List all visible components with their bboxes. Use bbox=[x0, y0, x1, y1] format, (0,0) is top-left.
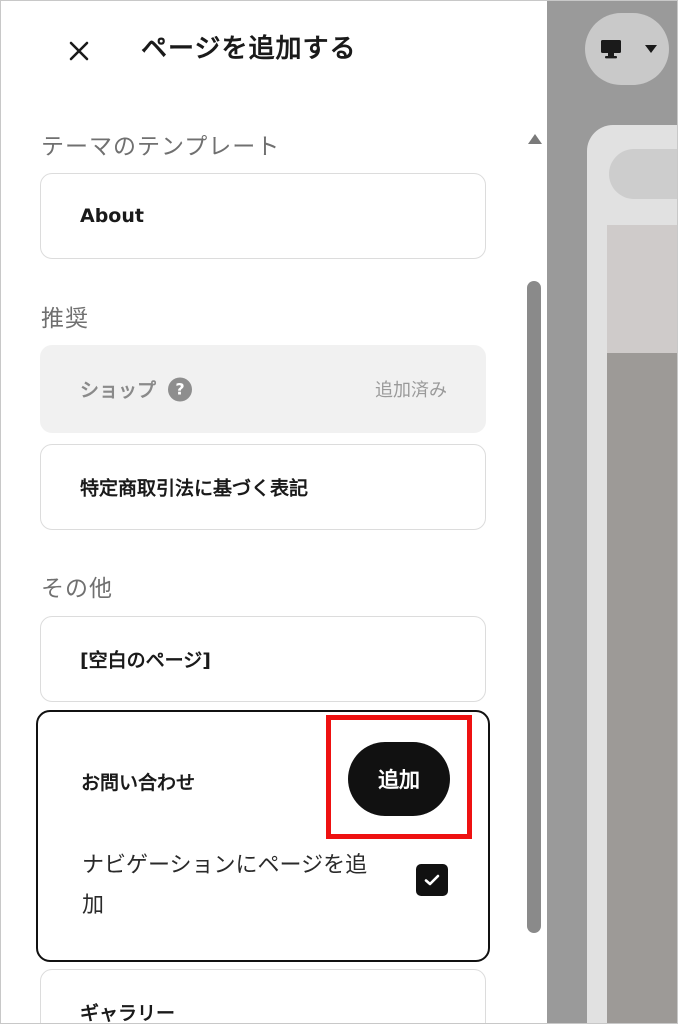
other-item-label: [空白のページ] bbox=[80, 649, 211, 672]
scrollbar-thumb[interactable] bbox=[527, 281, 541, 933]
close-icon bbox=[69, 41, 89, 61]
other-item-gallery[interactable]: ギャラリー bbox=[40, 969, 486, 1024]
add-to-navigation-checkbox[interactable] bbox=[416, 864, 448, 896]
add-page-panel: ページを追加する テーマのテンプレート About 推奨 ショップ? 追加済み … bbox=[1, 1, 547, 1024]
caret-down-icon bbox=[645, 45, 657, 53]
preview-hero-image bbox=[607, 225, 677, 353]
recommended-item-label: ショップ? bbox=[80, 376, 193, 403]
device-toggle-button[interactable] bbox=[585, 13, 669, 85]
add-to-navigation-label: ナビゲーションにページを追加 bbox=[82, 853, 368, 918]
other-item-label: ギャラリー bbox=[80, 1002, 176, 1024]
section-label-other: その他 bbox=[41, 576, 113, 602]
recommended-item-label: 特定商取引法に基づく表記 bbox=[80, 477, 309, 500]
desktop-icon bbox=[601, 40, 621, 59]
template-item-label: About bbox=[80, 205, 144, 227]
help-icon[interactable]: ? bbox=[168, 377, 193, 402]
other-item-contact-expanded: お問い合わせ 追加 ナビゲーションにページを追加 bbox=[36, 710, 490, 962]
template-item-about[interactable]: About bbox=[40, 173, 486, 259]
close-button[interactable] bbox=[59, 31, 99, 71]
preview-content bbox=[607, 353, 677, 1023]
other-item-label: お問い合わせ bbox=[81, 772, 196, 794]
panel-title: ページを追加する bbox=[141, 34, 357, 64]
recommended-item-legal-notice[interactable]: 特定商取引法に基づく表記 bbox=[40, 444, 486, 530]
recommended-item-shop: ショップ? 追加済み bbox=[40, 345, 486, 433]
other-item-blank-page[interactable]: [空白のページ] bbox=[40, 616, 486, 702]
preview-url-bar bbox=[609, 149, 677, 199]
shop-label: ショップ bbox=[80, 379, 157, 402]
section-label-recommended: 推奨 bbox=[41, 306, 89, 332]
app-frame: ページを追加する テーマのテンプレート About 推奨 ショップ? 追加済み … bbox=[0, 0, 678, 1024]
scroll-up-arrow[interactable] bbox=[526, 131, 544, 145]
add-page-button[interactable]: 追加 bbox=[348, 742, 450, 816]
triangle-up-icon bbox=[528, 134, 542, 144]
checkmark-icon bbox=[424, 874, 440, 886]
added-status-text: 追加済み bbox=[375, 380, 447, 401]
site-preview bbox=[547, 1, 677, 1023]
section-label-theme-templates: テーマのテンプレート bbox=[41, 134, 281, 160]
